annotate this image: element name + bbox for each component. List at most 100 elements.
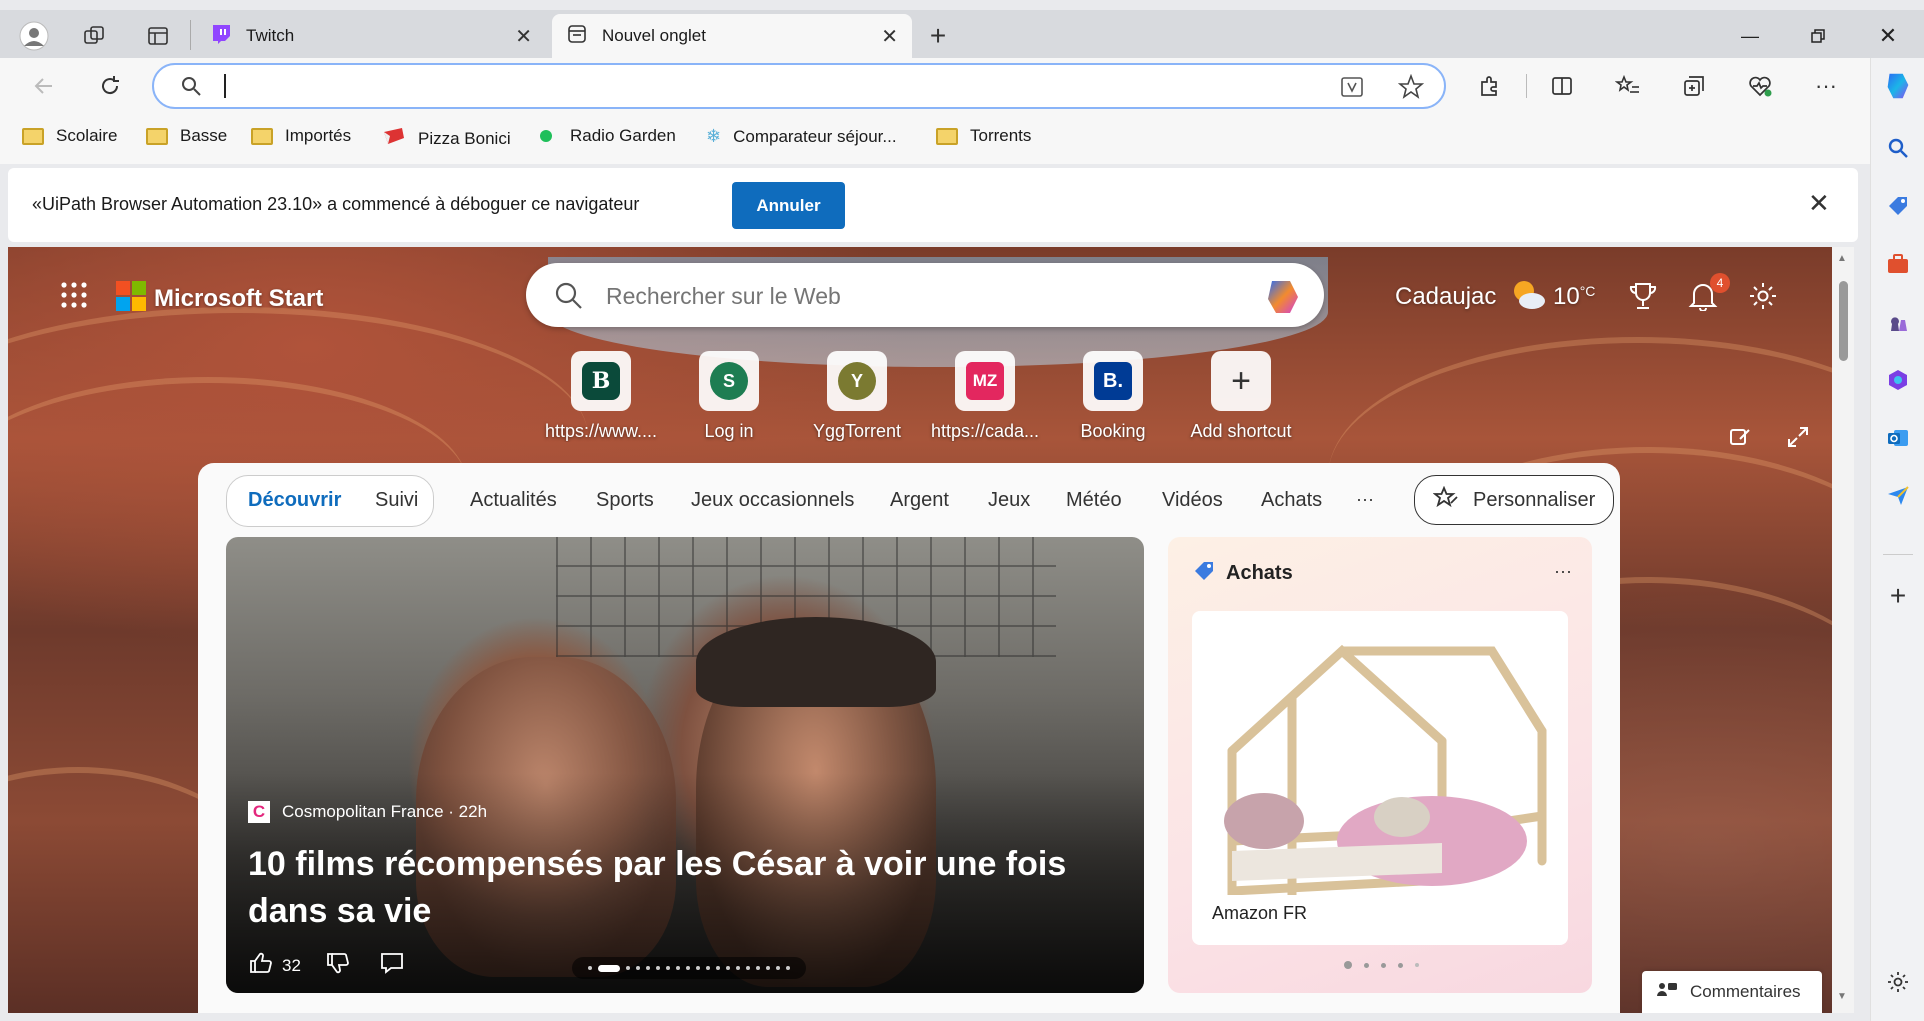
address-bar[interactable] <box>152 63 1446 109</box>
refresh-icon[interactable] <box>94 70 126 102</box>
favorite-label: Importés <box>285 126 352 145</box>
copilot-icon[interactable] <box>1260 275 1304 324</box>
shortcut-tile[interactable]: Y YggTorrent <box>792 351 922 442</box>
microsoft365-icon[interactable] <box>1882 364 1914 396</box>
page-settings-gear-icon[interactable] <box>1748 281 1778 316</box>
microsoft-start-logo[interactable]: Microsoft Start <box>116 281 323 316</box>
scroll-up-arrow-icon[interactable]: ▲ <box>1837 253 1847 264</box>
rewards-trophy-icon[interactable] <box>1628 281 1658 316</box>
cancel-button[interactable]: Annuler <box>732 182 845 229</box>
hero-story-card[interactable]: C Cosmopolitan France · 22h 10 films réc… <box>226 537 1144 993</box>
browser-essentials-icon[interactable] <box>1744 70 1776 102</box>
apps-launcher-icon[interactable] <box>60 281 88 314</box>
scrollbar-thumb[interactable] <box>1839 281 1848 361</box>
shopping-tag-icon[interactable] <box>1882 190 1914 222</box>
personalize-button[interactable]: Personnaliser <box>1414 475 1614 525</box>
more-tabs-icon[interactable]: ··· <box>1356 489 1374 510</box>
like-thumb-icon[interactable] <box>248 951 274 980</box>
workspaces-icon[interactable] <box>78 20 110 52</box>
outlook-icon[interactable] <box>1882 422 1914 454</box>
web-search-input[interactable] <box>606 281 1206 311</box>
sidebar-settings-icon[interactable] <box>1882 966 1914 998</box>
sidebar-search-icon[interactable] <box>1882 132 1914 164</box>
extensions-icon[interactable] <box>1474 70 1506 102</box>
tab-argent[interactable]: Argent <box>890 489 949 512</box>
shopping-carousel-dots[interactable] <box>1344 961 1419 969</box>
favorite-importes[interactable]: Importés <box>251 126 351 146</box>
tab-actualites[interactable]: Actualités <box>470 489 557 512</box>
partly-cloudy-icon[interactable] <box>1508 275 1548 320</box>
feedback-label: Commentaires <box>1690 982 1801 1001</box>
feedback-button[interactable]: Commentaires <box>1642 971 1822 1013</box>
split-screen-icon[interactable] <box>1546 70 1578 102</box>
weather-temperature[interactable]: 10°C <box>1553 283 1595 311</box>
folder-icon <box>936 127 958 145</box>
tab-suivi[interactable]: Suivi <box>375 489 418 512</box>
drop-send-icon[interactable] <box>1882 480 1914 512</box>
scroll-down-arrow-icon[interactable]: ▼ <box>1837 991 1847 1002</box>
close-tab-icon[interactable]: ✕ <box>515 24 532 49</box>
games-chess-icon[interactable] <box>1882 306 1914 338</box>
close-window-icon[interactable]: ✕ <box>1868 20 1908 52</box>
tab-strip: Twitch ✕ Nouvel onglet ✕ + — ✕ <box>0 10 1924 58</box>
favorite-star-icon[interactable] <box>1397 73 1425 105</box>
web-search-box[interactable] <box>526 263 1324 327</box>
favorite-comparateur-sejour[interactable]: ❄ Comparateur séjour... <box>706 126 897 147</box>
favorite-torrents[interactable]: Torrents <box>936 126 1031 146</box>
favorite-label: Pizza Bonici <box>418 128 511 148</box>
read-aloud-icon[interactable] <box>1340 75 1366 104</box>
favorite-label: Radio Garden <box>570 126 676 145</box>
shortcut-tile[interactable]: MZ https://cada... <box>920 351 1050 442</box>
tab-twitch[interactable]: Twitch ✕ <box>196 14 546 58</box>
story-headline[interactable]: 10 films récompensés par les César à voi… <box>248 841 1078 935</box>
toolbar: ··· <box>0 58 1870 114</box>
page-scrollbar[interactable]: ▲ ▼ <box>1832 247 1854 1013</box>
tab-videos[interactable]: Vidéos <box>1162 489 1223 512</box>
product-image[interactable]: Amazon FR <box>1192 611 1568 945</box>
story-source[interactable]: C Cosmopolitan France · 22h <box>248 801 487 823</box>
restore-icon[interactable] <box>1798 20 1838 52</box>
minimize-icon[interactable]: — <box>1730 20 1770 52</box>
carousel-dots[interactable] <box>572 957 806 979</box>
comment-icon[interactable] <box>379 951 405 980</box>
shopping-more-icon[interactable]: ··· <box>1554 561 1572 582</box>
sidebar-add-icon[interactable]: + <box>1882 580 1914 612</box>
settings-more-icon[interactable]: ··· <box>1810 70 1842 102</box>
new-tab-plus-icon[interactable]: + <box>922 20 954 52</box>
tools-briefcase-icon[interactable] <box>1882 248 1914 280</box>
expand-icon[interactable] <box>1786 425 1810 454</box>
favorite-pizza-bonici[interactable]: Pizza Bonici <box>382 126 511 151</box>
tab-jeux-occasionnels[interactable]: Jeux occasionnels <box>691 489 854 512</box>
pizza-icon <box>382 126 406 151</box>
microsoft-logo-icon <box>116 281 146 316</box>
favorite-radio-garden[interactable]: Radio Garden <box>540 126 676 146</box>
collections-icon[interactable] <box>1678 70 1710 102</box>
shortcut-tile[interactable]: B https://www.... <box>536 351 666 442</box>
shortcut-tile[interactable]: B. Booking <box>1048 351 1178 442</box>
folder-icon <box>146 127 168 145</box>
tab-decouvrir[interactable]: Découvrir <box>248 489 341 512</box>
shopping-card[interactable]: Achats ··· Amazon FR <box>1168 537 1592 993</box>
favorite-scolaire[interactable]: Scolaire <box>22 126 117 146</box>
dislike-thumb-icon[interactable] <box>325 951 351 980</box>
tab-sports[interactable]: Sports <box>596 489 654 512</box>
favorite-basse[interactable]: Basse <box>146 126 227 146</box>
tab-achats[interactable]: Achats <box>1261 489 1322 512</box>
weather-location[interactable]: Cadaujac <box>1395 283 1496 311</box>
close-infobar-icon[interactable]: ✕ <box>1808 188 1830 219</box>
tab-new-tab[interactable]: Nouvel onglet ✕ <box>552 14 912 58</box>
tab-jeux[interactable]: Jeux <box>988 489 1030 512</box>
like-count: 32 <box>282 955 301 975</box>
favorites-list-icon[interactable] <box>1612 70 1644 102</box>
address-input[interactable] <box>228 73 1278 99</box>
back-arrow-icon[interactable] <box>28 70 60 102</box>
tab-meteo[interactable]: Météo <box>1066 489 1122 512</box>
copilot-icon[interactable] <box>1882 70 1914 102</box>
edit-layout-icon[interactable] <box>1728 425 1752 454</box>
add-shortcut-tile[interactable]: + Add shortcut <box>1176 351 1306 442</box>
tab-actions-icon[interactable] <box>142 20 174 52</box>
temperature-value: 10 <box>1553 283 1580 310</box>
profile-avatar-icon[interactable] <box>18 20 50 52</box>
shortcut-tile[interactable]: S Log in <box>664 351 794 442</box>
close-tab-icon[interactable]: ✕ <box>881 24 898 49</box>
